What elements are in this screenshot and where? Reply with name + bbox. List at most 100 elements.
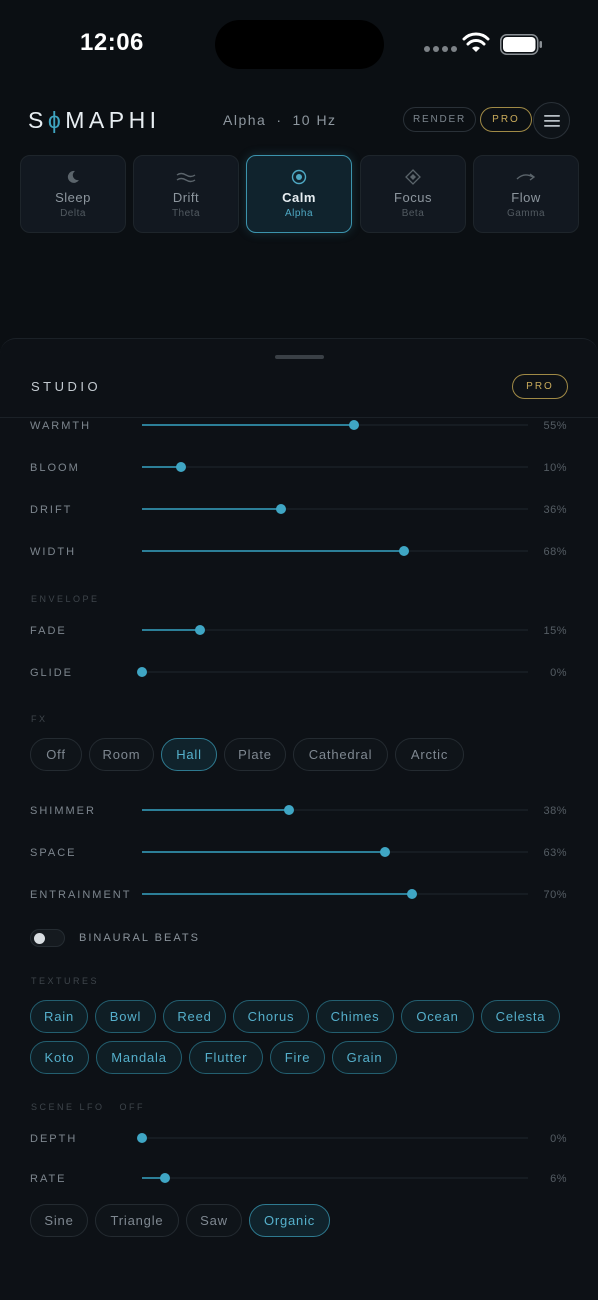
lfo-shape-sine[interactable]: Sine bbox=[30, 1204, 88, 1237]
slider-label: BLOOM bbox=[30, 462, 80, 474]
hamburger-icon bbox=[543, 114, 560, 127]
slider-label: ENTRAINMENT bbox=[30, 889, 132, 901]
mode-card-calm[interactable]: Calm Alpha bbox=[246, 155, 352, 233]
fx-option-hall[interactable]: Hall bbox=[161, 738, 217, 771]
slider-value: 0% bbox=[550, 667, 567, 679]
curved-arrow-icon bbox=[516, 173, 536, 181]
slider-fill bbox=[142, 809, 289, 811]
slider-value: 36% bbox=[543, 504, 567, 516]
slider-label: RATE bbox=[30, 1173, 67, 1185]
slider-fill bbox=[142, 508, 281, 510]
slider-fill bbox=[142, 851, 386, 853]
slider-track[interactable] bbox=[142, 625, 528, 635]
fx-option-arctic[interactable]: Arctic bbox=[395, 738, 464, 771]
studio-sheet bbox=[0, 338, 598, 1300]
section-label-envelope: ENVELOPE bbox=[31, 594, 100, 604]
slider-thumb[interactable] bbox=[194, 625, 205, 635]
mode-card-drift[interactable]: Drift Theta bbox=[133, 155, 239, 233]
slider-label: WIDTH bbox=[30, 546, 77, 558]
frequency-readout: Alpha · 10 Hz bbox=[223, 112, 337, 128]
binaural-beats-label: BINAURAL BEATS bbox=[79, 932, 200, 944]
slider-track[interactable] bbox=[142, 1173, 528, 1183]
mode-band: Delta bbox=[60, 208, 86, 219]
texture-chip-ocean[interactable]: Ocean bbox=[401, 1000, 474, 1033]
dynamic-island bbox=[215, 20, 384, 69]
slider-fill bbox=[142, 466, 181, 468]
mode-name: Drift bbox=[172, 190, 200, 205]
lfo-shape-saw[interactable]: Saw bbox=[186, 1204, 242, 1237]
app-logo: SϕMAPHI bbox=[28, 107, 161, 133]
slider-fill bbox=[142, 550, 405, 552]
slider-track[interactable] bbox=[142, 420, 528, 430]
slider-value: 68% bbox=[543, 546, 567, 558]
slider-thumb[interactable] bbox=[175, 462, 186, 472]
slider-thumb[interactable] bbox=[137, 667, 147, 677]
texture-chip-grain[interactable]: Grain bbox=[332, 1041, 397, 1074]
fx-option-cathedral[interactable]: Cathedral bbox=[293, 738, 388, 771]
section-label-scene-lfo: SCENE LFO OFF bbox=[31, 1102, 146, 1112]
studio-pro-button[interactable]: PRO bbox=[512, 374, 568, 399]
slider-label: SHIMMER bbox=[30, 805, 96, 817]
section-label-textures: TEXTURES bbox=[31, 976, 100, 986]
mode-band: Theta bbox=[171, 208, 201, 219]
menu-button[interactable] bbox=[533, 102, 570, 139]
texture-chip-celesta[interactable]: Celesta bbox=[481, 1000, 560, 1033]
slider-track[interactable] bbox=[137, 1133, 528, 1143]
slider-track[interactable] bbox=[142, 847, 528, 857]
slider-track[interactable] bbox=[137, 667, 528, 677]
texture-chip-bowl[interactable]: Bowl bbox=[95, 1000, 156, 1033]
mode-card-sleep[interactable]: Sleep Delta bbox=[20, 155, 126, 233]
texture-chip-fire[interactable]: Fire bbox=[270, 1041, 325, 1074]
slider-fill bbox=[142, 893, 413, 895]
signal-icon bbox=[424, 46, 457, 52]
lfo-shape-triangle[interactable]: Triangle bbox=[95, 1204, 179, 1237]
texture-chip-mandala[interactable]: Mandala bbox=[96, 1041, 182, 1074]
moon-icon bbox=[67, 170, 79, 183]
slider-label: FADE bbox=[30, 625, 67, 637]
mode-name: Sleep bbox=[55, 190, 91, 205]
slider-track[interactable] bbox=[142, 889, 528, 899]
fx-option-off[interactable]: Off bbox=[30, 738, 82, 771]
texture-chip-chimes[interactable]: Chimes bbox=[316, 1000, 394, 1033]
slider-track[interactable] bbox=[142, 805, 528, 815]
section-label-fx: FX bbox=[31, 714, 48, 724]
slider-value: 63% bbox=[543, 847, 567, 859]
pro-button[interactable]: PRO bbox=[480, 107, 532, 132]
slider-label: DEPTH bbox=[30, 1133, 78, 1145]
texture-chip-rain[interactable]: Rain bbox=[30, 1000, 88, 1033]
wifi-icon bbox=[462, 32, 490, 52]
fx-option-room[interactable]: Room bbox=[89, 738, 154, 771]
fx-option-plate[interactable]: Plate bbox=[224, 738, 286, 771]
sheet-drag-handle[interactable] bbox=[275, 355, 324, 359]
slider-track[interactable] bbox=[142, 462, 528, 472]
slider-value: 0% bbox=[550, 1133, 567, 1145]
render-button[interactable]: RENDER bbox=[403, 107, 476, 132]
slider-thumb[interactable] bbox=[275, 504, 286, 514]
mode-band: Gamma bbox=[506, 208, 546, 219]
slider-value: 15% bbox=[543, 625, 567, 637]
slider-thumb[interactable] bbox=[283, 805, 294, 815]
slider-label: SPACE bbox=[30, 847, 77, 859]
slider-thumb[interactable] bbox=[137, 1133, 147, 1143]
slider-track[interactable] bbox=[142, 546, 528, 556]
texture-chip-flutter[interactable]: Flutter bbox=[189, 1041, 263, 1074]
waves-icon bbox=[176, 172, 196, 183]
slider-track[interactable] bbox=[142, 504, 528, 514]
texture-chip-reed[interactable]: Reed bbox=[163, 1000, 226, 1033]
slider-value: 70% bbox=[543, 889, 567, 901]
texture-chip-chorus[interactable]: Chorus bbox=[233, 1000, 309, 1033]
sheet-divider bbox=[0, 417, 598, 418]
slider-fill bbox=[142, 629, 200, 631]
mode-band: Beta bbox=[401, 208, 425, 219]
slider-label: WARMTH bbox=[30, 420, 92, 432]
slider-fill bbox=[142, 424, 355, 426]
lfo-state: OFF bbox=[119, 1102, 146, 1112]
mode-card-focus[interactable]: Focus Beta bbox=[360, 155, 466, 233]
binaural-beats-toggle[interactable] bbox=[30, 929, 65, 947]
slider-value: 10% bbox=[543, 462, 567, 474]
mode-name: Focus bbox=[394, 190, 432, 205]
lfo-shape-organic[interactable]: Organic bbox=[249, 1204, 330, 1237]
texture-chip-koto[interactable]: Koto bbox=[30, 1041, 89, 1074]
slider-value: 55% bbox=[543, 420, 567, 432]
mode-card-flow[interactable]: Flow Gamma bbox=[473, 155, 579, 233]
